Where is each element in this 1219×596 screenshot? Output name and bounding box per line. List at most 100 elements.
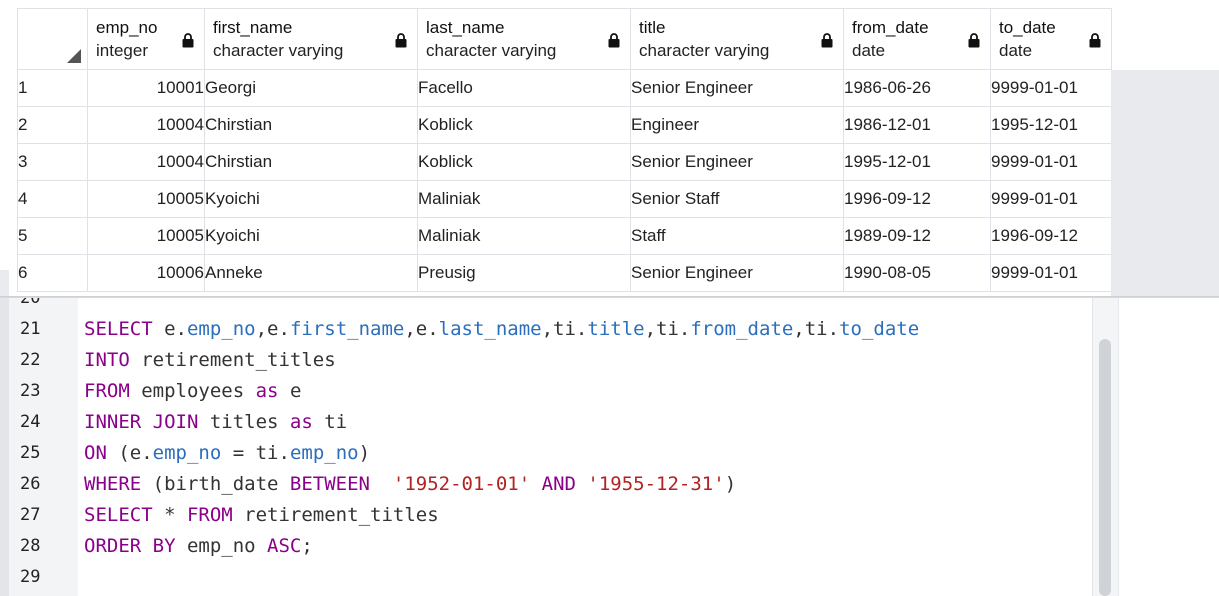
cell-emp-no[interactable]: 10006 bbox=[87, 254, 205, 292]
code-text[interactable]: INNER JOIN titles as ti bbox=[84, 407, 347, 438]
grid-header-row: emp_no integer first_name character vary… bbox=[17, 8, 1112, 70]
cell-first-name[interactable]: Kyoichi bbox=[204, 180, 418, 218]
sql-keyword: BETWEEN bbox=[289, 473, 370, 495]
editor-scrollbar-thumb[interactable] bbox=[1099, 339, 1111, 596]
cell-first-name[interactable]: Chirstian bbox=[204, 106, 418, 144]
column-header-to-date[interactable]: to_date date bbox=[990, 8, 1112, 70]
sql-field: emp_no bbox=[289, 442, 359, 464]
code-text[interactable]: ORDER BY emp_no ASC; bbox=[84, 531, 313, 562]
row-number[interactable]: 2 bbox=[17, 106, 88, 144]
lock-icon bbox=[608, 33, 620, 48]
code-text[interactable]: FROM employees as e bbox=[84, 376, 301, 407]
sql-text: ,ti. bbox=[644, 318, 691, 340]
code-text[interactable]: INTO retirement_titles bbox=[84, 345, 336, 376]
cell-first-name[interactable]: Anneke bbox=[204, 254, 418, 292]
cell-emp-no[interactable]: 10004 bbox=[87, 106, 205, 144]
table-row[interactable]: 5 10005 Kyoichi Maliniak Staff 1989-09-12 1996… bbox=[17, 217, 1112, 255]
sql-text: ,e. bbox=[255, 318, 290, 340]
cell-from-date[interactable]: 1986-06-26 bbox=[843, 69, 991, 107]
line-number: 28 bbox=[20, 536, 41, 556]
sql-text: * bbox=[152, 504, 187, 526]
row-number[interactable]: 5 bbox=[17, 217, 88, 255]
sql-text: retirement_titles bbox=[232, 504, 439, 526]
select-all-corner[interactable] bbox=[17, 8, 88, 70]
cell-last-name[interactable]: Koblick bbox=[417, 106, 631, 144]
row-number[interactable]: 4 bbox=[17, 180, 88, 218]
cell-emp-no[interactable]: 10005 bbox=[87, 180, 205, 218]
editor-side-area bbox=[1118, 298, 1219, 596]
sql-keyword: as bbox=[289, 411, 313, 433]
code-text[interactable]: ON (e.emp_no = ti.emp_no) bbox=[84, 438, 370, 469]
lock-icon bbox=[182, 33, 194, 48]
cell-to-date[interactable]: 9999-01-01 bbox=[990, 69, 1112, 107]
sql-editor[interactable]: 20 21 SELECT e.emp_no,e.first_name,e.last_… bbox=[0, 298, 1219, 596]
row-number[interactable]: 1 bbox=[17, 69, 88, 107]
code-text[interactable]: SELECT * FROM retirement_titles bbox=[84, 500, 439, 531]
sql-text: ,e. bbox=[404, 318, 439, 340]
cell-from-date[interactable]: 1996-09-12 bbox=[843, 180, 991, 218]
row-number[interactable]: 6 bbox=[17, 254, 88, 292]
cell-emp-no[interactable]: 10005 bbox=[87, 217, 205, 255]
sql-text: e. bbox=[152, 318, 187, 340]
sql-text: (e. bbox=[106, 442, 153, 464]
table-row[interactable]: 3 10004 Chirstian Koblick Senior Engineer 199… bbox=[17, 143, 1112, 181]
column-header-last-name[interactable]: last_name character varying bbox=[417, 8, 631, 70]
sql-text: ) bbox=[724, 473, 737, 495]
sql-keyword: SELECT bbox=[84, 504, 153, 526]
cell-from-date[interactable]: 1989-09-12 bbox=[843, 217, 991, 255]
column-type: character varying bbox=[426, 41, 557, 60]
column-type: character varying bbox=[213, 41, 344, 60]
cell-to-date[interactable]: 9999-01-01 bbox=[990, 180, 1112, 218]
cell-last-name[interactable]: Preusig bbox=[417, 254, 631, 292]
cell-emp-no[interactable]: 10001 bbox=[87, 69, 205, 107]
grid-body: 1 10001 Georgi Facello Senior Engineer 1986-0… bbox=[17, 69, 1112, 292]
sql-field: last_name bbox=[438, 318, 542, 340]
sql-keyword: INTO bbox=[84, 349, 130, 371]
column-name: title bbox=[639, 18, 666, 37]
table-row[interactable]: 1 10001 Georgi Facello Senior Engineer 1986-0… bbox=[17, 69, 1112, 107]
cell-first-name[interactable]: Georgi bbox=[204, 69, 418, 107]
row-number[interactable]: 3 bbox=[17, 143, 88, 181]
cell-first-name[interactable]: Chirstian bbox=[204, 143, 418, 181]
column-header-title[interactable]: title character varying bbox=[630, 8, 844, 70]
cell-to-date[interactable]: 1996-09-12 bbox=[990, 217, 1112, 255]
cell-to-date[interactable]: 9999-01-01 bbox=[990, 143, 1112, 181]
line-number: 23 bbox=[20, 381, 41, 401]
table-row[interactable]: 2 10004 Chirstian Koblick Engineer 1986-12-01… bbox=[17, 106, 1112, 144]
grid-empty-area bbox=[1111, 70, 1219, 296]
cell-title[interactable]: Senior Engineer bbox=[630, 254, 844, 292]
sql-field: from_date bbox=[690, 318, 794, 340]
table-row[interactable]: 6 10006 Anneke Preusig Senior Engineer 1990-0… bbox=[17, 254, 1112, 292]
column-name: first_name bbox=[213, 18, 293, 37]
cell-last-name[interactable]: Koblick bbox=[417, 143, 631, 181]
sql-field: emp_no bbox=[152, 442, 222, 464]
column-header-from-date[interactable]: from_date date bbox=[843, 8, 991, 70]
sql-keyword: ASC bbox=[267, 535, 302, 557]
table-row[interactable]: 4 10005 Kyoichi Maliniak Senior Staff 1996-09… bbox=[17, 180, 1112, 218]
cell-title[interactable]: Engineer bbox=[630, 106, 844, 144]
column-header-first-name[interactable]: first_name character varying bbox=[204, 8, 418, 70]
code-text[interactable]: WHERE (birth_date BETWEEN '1952-01-01' A… bbox=[84, 469, 736, 500]
cell-to-date[interactable]: 1995-12-01 bbox=[990, 106, 1112, 144]
cell-title[interactable]: Staff bbox=[630, 217, 844, 255]
cell-from-date[interactable]: 1986-12-01 bbox=[843, 106, 991, 144]
sql-field: to_date bbox=[839, 318, 920, 340]
column-name: last_name bbox=[426, 18, 505, 37]
cell-from-date[interactable]: 1990-08-05 bbox=[843, 254, 991, 292]
cell-last-name[interactable]: Maliniak bbox=[417, 217, 631, 255]
code-text[interactable]: SELECT e.emp_no,e.first_name,e.last_name… bbox=[84, 314, 919, 345]
line-number: 21 bbox=[20, 319, 41, 339]
cell-from-date[interactable]: 1995-12-01 bbox=[843, 143, 991, 181]
cell-last-name[interactable]: Maliniak bbox=[417, 180, 631, 218]
column-header-emp-no[interactable]: emp_no integer bbox=[87, 8, 205, 70]
cell-last-name[interactable]: Facello bbox=[417, 69, 631, 107]
sql-text: (birth_date bbox=[141, 473, 290, 495]
cell-title[interactable]: Senior Engineer bbox=[630, 143, 844, 181]
cell-first-name[interactable]: Kyoichi bbox=[204, 217, 418, 255]
cell-emp-no[interactable]: 10004 bbox=[87, 143, 205, 181]
cell-title[interactable]: Senior Staff bbox=[630, 180, 844, 218]
panel-left-strip bbox=[0, 270, 9, 296]
cell-to-date[interactable]: 9999-01-01 bbox=[990, 254, 1112, 292]
cell-title[interactable]: Senior Engineer bbox=[630, 69, 844, 107]
